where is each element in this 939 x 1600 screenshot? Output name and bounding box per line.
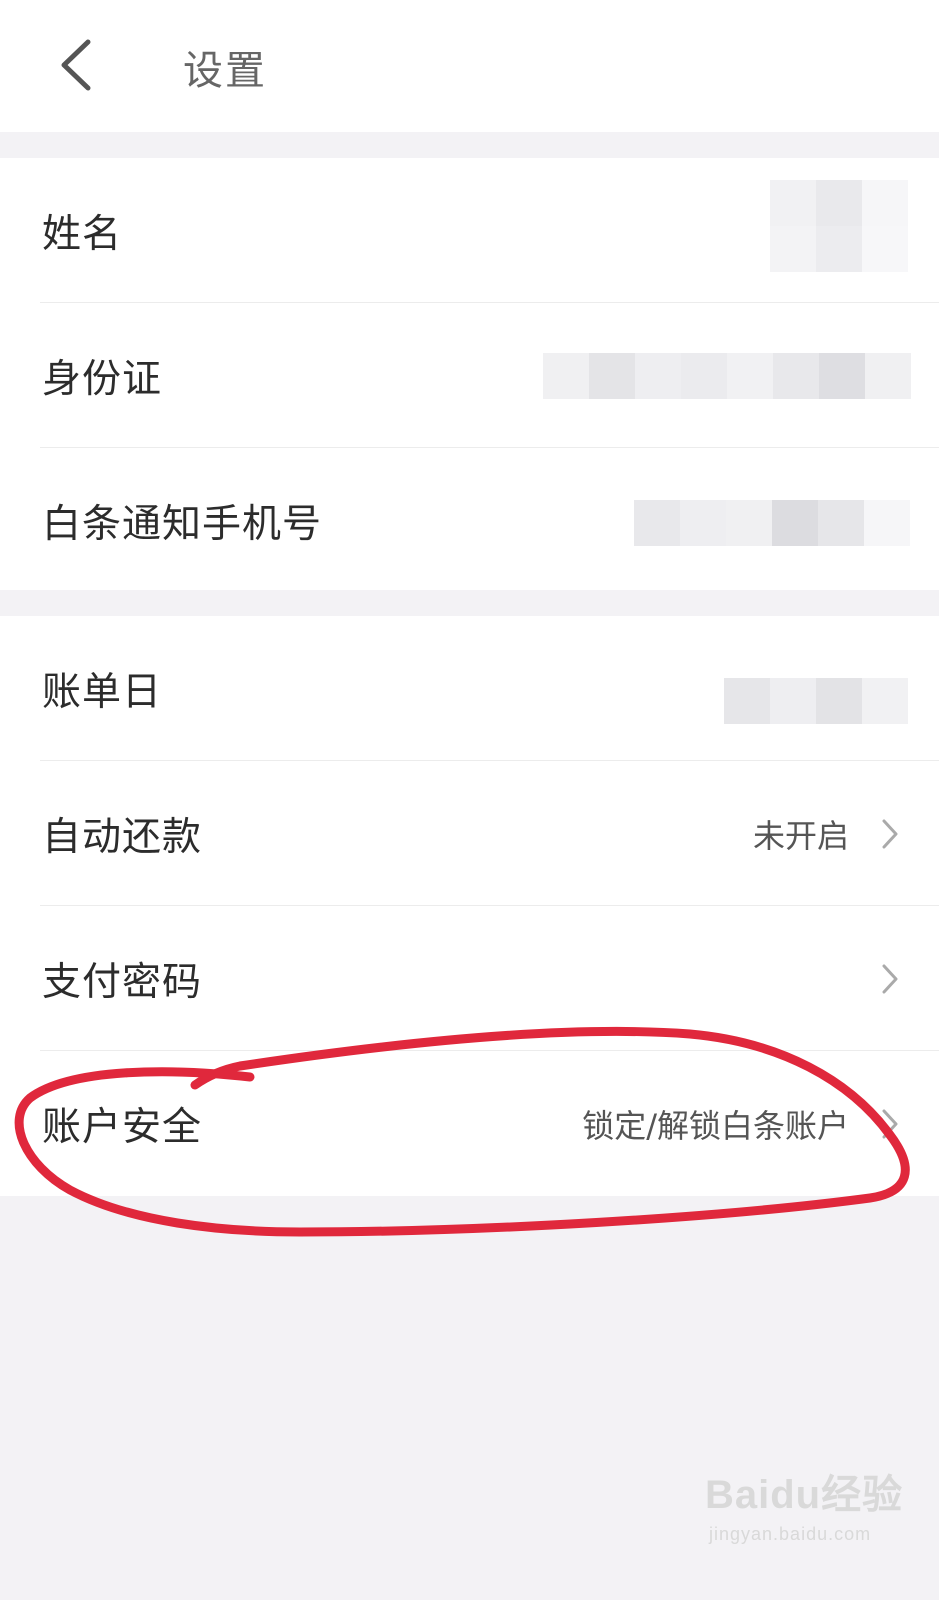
pay-password-label: 支付密码 (42, 959, 203, 1005)
notify-phone-row: 白条通知手机号 (0, 448, 939, 593)
account-security-label: 账户安全 (42, 1104, 203, 1150)
chevron-right-icon (882, 819, 898, 848)
chevron-right-icon (882, 1109, 898, 1138)
pay-password-row[interactable]: 支付密码 (0, 906, 939, 1051)
personal-info-group: 姓名 身份证 白条通知手机号 (0, 158, 939, 590)
id-card-label: 身份证 (42, 356, 163, 402)
account-settings-group: 账单日 自动还款 未开启 支付密码 账户安全 锁定/解锁白条账户 (0, 616, 939, 1196)
back-button[interactable] (50, 30, 110, 100)
watermark-brand: Baidu经验 (705, 1473, 904, 1517)
auto-repay-status: 未开启 (752, 816, 849, 855)
name-row: 姓名 (0, 158, 939, 303)
auto-repay-row[interactable]: 自动还款 未开启 (0, 761, 939, 906)
account-security-row[interactable]: 账户安全 锁定/解锁白条账户 (0, 1051, 939, 1196)
chevron-left-icon (61, 39, 91, 91)
notify-phone-label: 白条通知手机号 (42, 501, 323, 547)
chevron-right-icon (882, 964, 898, 993)
top-bar: 设置 (0, 0, 939, 132)
billing-day-row: 账单日 (0, 616, 939, 761)
notify-phone-value-redacted (634, 500, 910, 546)
baidu-jingyan-watermark: Baidu经验 jingyan.baidu.com (705, 1462, 905, 1562)
id-card-value-redacted (543, 353, 911, 399)
name-value-redacted (770, 180, 908, 226)
auto-repay-label: 自动还款 (42, 814, 203, 860)
page-title: 设置 (183, 48, 267, 94)
account-security-hint: 锁定/解锁白条账户 (582, 1106, 849, 1145)
billing-day-value-redacted (724, 678, 908, 724)
billing-day-label: 账单日 (42, 669, 163, 715)
name-value-redacted-2 (770, 226, 908, 272)
id-card-row: 身份证 (0, 303, 939, 448)
name-label: 姓名 (42, 211, 123, 257)
watermark-url: jingyan.baidu.com (709, 1524, 872, 1544)
